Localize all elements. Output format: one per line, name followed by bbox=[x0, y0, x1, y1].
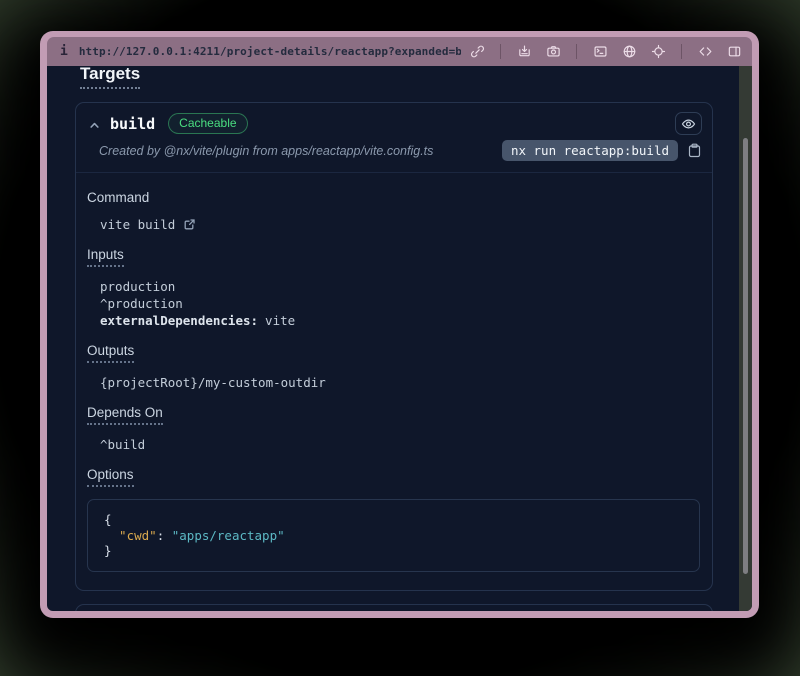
page-title: Targets bbox=[80, 66, 140, 89]
code-icon[interactable] bbox=[697, 44, 713, 60]
outputs-label: Outputs bbox=[87, 343, 134, 363]
run-command-chip: nx run reactapp:build bbox=[502, 140, 678, 161]
target-name: build bbox=[110, 115, 155, 133]
depends-on-label: Depends On bbox=[87, 405, 163, 425]
command-value-row: vite build bbox=[100, 216, 700, 233]
inputs-section: Inputs production ^production externalDe… bbox=[87, 246, 700, 329]
terminal-icon[interactable] bbox=[592, 44, 608, 60]
input-item: ^production bbox=[100, 295, 700, 312]
command-label: Command bbox=[87, 190, 149, 205]
input-item: production bbox=[100, 278, 700, 295]
toolbar-separator bbox=[576, 44, 577, 59]
target-card-build: build Cacheable Created by @nx/vite/plug… bbox=[75, 102, 713, 591]
scrollbar-track[interactable] bbox=[739, 66, 752, 611]
depends-on-item: ^build bbox=[100, 436, 700, 453]
page-content: Targets build Cacheable bbox=[47, 66, 752, 611]
options-json-block: { "cwd": "apps/reactapp" } bbox=[87, 499, 700, 572]
input-key: externalDependencies: bbox=[100, 312, 258, 329]
input-value: vite bbox=[265, 312, 295, 329]
web-icon[interactable] bbox=[621, 44, 637, 60]
cacheable-badge: Cacheable bbox=[168, 113, 247, 134]
command-section: Command vite build bbox=[87, 189, 700, 233]
command-value: vite build bbox=[100, 216, 175, 233]
json-line: "cwd": "apps/reactapp" bbox=[119, 528, 683, 544]
options-label: Options bbox=[87, 467, 134, 487]
external-link-icon[interactable] bbox=[183, 218, 196, 231]
address-bar[interactable]: http://127.0.0.1:4211/project-details/re… bbox=[79, 45, 461, 58]
json-line: { bbox=[104, 512, 683, 528]
scroll-area: Targets build Cacheable bbox=[47, 66, 739, 611]
copy-icon[interactable] bbox=[686, 143, 702, 159]
build-target-details: Command vite build Inputs production bbox=[76, 173, 712, 590]
eye-icon bbox=[681, 117, 696, 131]
output-item: {projectRoot}/my-custom-outdir bbox=[100, 374, 700, 391]
browser-toolbar: i http://127.0.0.1:4211/project-details/… bbox=[47, 37, 752, 66]
inputs-label: Inputs bbox=[87, 247, 124, 267]
toolbar-separator bbox=[681, 44, 682, 59]
link-icon[interactable] bbox=[469, 44, 485, 60]
toolbar-separator bbox=[500, 44, 501, 59]
scrollbar-thumb[interactable] bbox=[743, 138, 748, 574]
camera-icon[interactable] bbox=[545, 44, 561, 60]
target-card-serve: serve vite serve bbox=[75, 604, 713, 612]
locate-icon[interactable] bbox=[650, 44, 666, 60]
json-value: "apps/reactapp" bbox=[172, 528, 285, 543]
toolbar-actions bbox=[469, 44, 742, 60]
depends-on-section: Depends On ^build bbox=[87, 404, 700, 453]
json-colon: : bbox=[157, 528, 172, 543]
options-section: Options { "cwd": "apps/reactapp" } bbox=[87, 466, 700, 572]
json-key: "cwd" bbox=[119, 528, 157, 543]
build-target-subheader: Created by @nx/vite/plugin from apps/rea… bbox=[76, 135, 712, 173]
view-target-graph-button[interactable] bbox=[675, 112, 702, 135]
json-line: } bbox=[104, 543, 683, 559]
import-icon[interactable] bbox=[516, 44, 532, 60]
info-icon: i bbox=[60, 44, 68, 59]
input-item: externalDependencies: vite bbox=[100, 312, 700, 329]
split-panel-icon[interactable] bbox=[726, 44, 742, 60]
outputs-section: Outputs {projectRoot}/my-custom-outdir bbox=[87, 342, 700, 391]
serve-target-header[interactable]: serve vite serve bbox=[76, 605, 712, 612]
window-inner: i http://127.0.0.1:4211/project-details/… bbox=[47, 37, 752, 611]
build-target-header[interactable]: build Cacheable bbox=[76, 103, 712, 135]
chevron-up-icon bbox=[89, 118, 100, 129]
created-by-text: Created by @nx/vite/plugin from apps/rea… bbox=[99, 144, 433, 158]
browser-window: i http://127.0.0.1:4211/project-details/… bbox=[40, 31, 759, 618]
